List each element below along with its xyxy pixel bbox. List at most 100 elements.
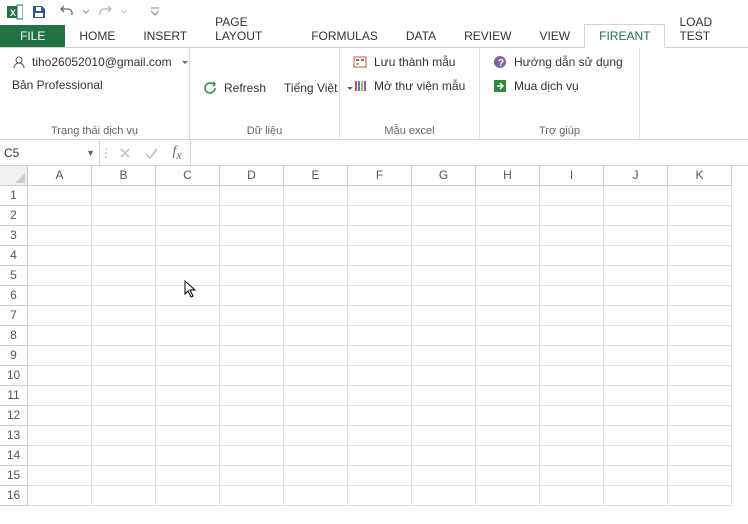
cell[interactable]: [156, 486, 220, 506]
save-icon[interactable]: [28, 2, 50, 22]
tab-review[interactable]: REVIEW: [450, 25, 525, 47]
cell[interactable]: [220, 426, 284, 446]
cell[interactable]: [668, 306, 732, 326]
cell[interactable]: [476, 206, 540, 226]
cell[interactable]: [604, 446, 668, 466]
cell[interactable]: [476, 386, 540, 406]
cell[interactable]: [668, 266, 732, 286]
account-dropdown[interactable]: tiho26052010@gmail.com: [8, 52, 181, 72]
cell[interactable]: [540, 326, 604, 346]
cell[interactable]: [476, 406, 540, 426]
cell[interactable]: [668, 366, 732, 386]
cell[interactable]: [540, 186, 604, 206]
cell[interactable]: [604, 466, 668, 486]
cell[interactable]: [668, 386, 732, 406]
cell[interactable]: [412, 206, 476, 226]
cell[interactable]: [156, 406, 220, 426]
col-header[interactable]: D: [220, 166, 284, 186]
cell[interactable]: [348, 466, 412, 486]
cell[interactable]: [540, 346, 604, 366]
cell[interactable]: [284, 266, 348, 286]
cell[interactable]: [412, 306, 476, 326]
cell[interactable]: [668, 206, 732, 226]
cell[interactable]: [668, 226, 732, 246]
row-header[interactable]: 15: [0, 466, 28, 486]
cell[interactable]: [284, 246, 348, 266]
cell[interactable]: [540, 286, 604, 306]
cell[interactable]: [348, 366, 412, 386]
cell[interactable]: [92, 446, 156, 466]
cell[interactable]: [604, 206, 668, 226]
cell[interactable]: [28, 206, 92, 226]
cell[interactable]: [348, 486, 412, 506]
cell[interactable]: [540, 466, 604, 486]
cell[interactable]: [604, 366, 668, 386]
cell[interactable]: [156, 266, 220, 286]
cell[interactable]: [412, 286, 476, 306]
cell[interactable]: [92, 466, 156, 486]
row-header[interactable]: 10: [0, 366, 28, 386]
cell[interactable]: [476, 246, 540, 266]
row-header[interactable]: 13: [0, 426, 28, 446]
col-header[interactable]: B: [92, 166, 156, 186]
cell[interactable]: [348, 326, 412, 346]
cell[interactable]: [476, 226, 540, 246]
col-header[interactable]: G: [412, 166, 476, 186]
cell[interactable]: [412, 386, 476, 406]
cell[interactable]: [284, 366, 348, 386]
cell[interactable]: [668, 426, 732, 446]
cell[interactable]: [540, 446, 604, 466]
cell[interactable]: [604, 186, 668, 206]
cell[interactable]: [604, 326, 668, 346]
cell[interactable]: [284, 346, 348, 366]
row-header[interactable]: 2: [0, 206, 28, 226]
cell[interactable]: [28, 406, 92, 426]
cell[interactable]: [476, 186, 540, 206]
cell[interactable]: [284, 386, 348, 406]
col-header[interactable]: F: [348, 166, 412, 186]
cell[interactable]: [348, 306, 412, 326]
name-box[interactable]: ▼: [0, 140, 100, 165]
cell[interactable]: [92, 386, 156, 406]
cell[interactable]: [540, 266, 604, 286]
cell[interactable]: [156, 446, 220, 466]
tab-fireant[interactable]: FIREANT: [584, 24, 665, 48]
col-header[interactable]: I: [540, 166, 604, 186]
cell[interactable]: [156, 346, 220, 366]
tab-data[interactable]: DATA: [392, 25, 450, 47]
tab-load-test[interactable]: LOAD TEST: [665, 11, 748, 47]
guide-button[interactable]: ? Hướng dẫn sử dụng: [488, 52, 631, 72]
cell[interactable]: [348, 426, 412, 446]
cell[interactable]: [348, 286, 412, 306]
cell[interactable]: [540, 206, 604, 226]
select-all-corner[interactable]: [0, 166, 28, 186]
cell[interactable]: [28, 426, 92, 446]
cell[interactable]: [412, 186, 476, 206]
cell[interactable]: [156, 226, 220, 246]
cell[interactable]: [92, 206, 156, 226]
cell[interactable]: [476, 486, 540, 506]
cell[interactable]: [28, 286, 92, 306]
cell[interactable]: [604, 246, 668, 266]
cell[interactable]: [28, 266, 92, 286]
cell[interactable]: [28, 386, 92, 406]
cell[interactable]: [540, 486, 604, 506]
cell[interactable]: [348, 186, 412, 206]
row-header[interactable]: 12: [0, 406, 28, 426]
cell[interactable]: [412, 346, 476, 366]
cell[interactable]: [92, 486, 156, 506]
cell[interactable]: [412, 466, 476, 486]
cell[interactable]: [156, 426, 220, 446]
save-template-button[interactable]: Lưu thành mẫu: [348, 52, 471, 72]
cell[interactable]: [476, 366, 540, 386]
row-header[interactable]: 14: [0, 446, 28, 466]
cell[interactable]: [284, 306, 348, 326]
tab-file[interactable]: FILE: [0, 25, 65, 47]
cell[interactable]: [604, 346, 668, 366]
cell[interactable]: [604, 406, 668, 426]
cancel-button[interactable]: [112, 140, 138, 165]
formula-input[interactable]: [190, 140, 748, 165]
cell[interactable]: [156, 366, 220, 386]
cell[interactable]: [28, 346, 92, 366]
cell[interactable]: [284, 406, 348, 426]
